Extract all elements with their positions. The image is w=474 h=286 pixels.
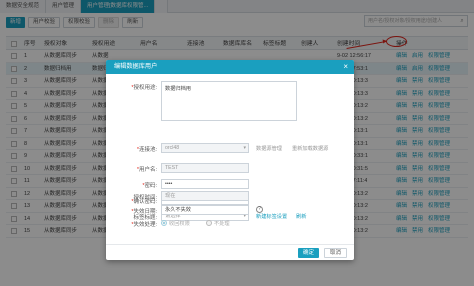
dialog-footer: 确定 取消 [106,244,354,260]
radio-checked-icon [161,220,167,226]
dialog-header: 编辑数据库用户 × [106,60,354,74]
auth-time-input[interactable]: 现在 [161,191,249,201]
dialog-title: 编辑数据库用户 [114,63,158,70]
radio-no-action[interactable]: 不处理 [206,220,230,227]
expire-handle-label: *失效处理: [131,222,157,228]
expire-date-input[interactable]: 永久不失效 [161,205,249,215]
ok-button[interactable]: 确定 [298,248,320,258]
close-icon[interactable]: × [343,60,348,74]
dialog-lower-fields: 授权时间: 现在 *失效日期: 永久不失效 ? *失效处理: 收回权限 不处理 [106,74,354,244]
auth-time-label: 授权时间: [133,195,157,201]
expire-label: *失效日期: [131,209,157,215]
help-icon[interactable]: ? [256,206,263,213]
radio-unchecked-icon [206,220,212,226]
radio-revoke[interactable]: 收回权限 [161,220,190,227]
cancel-button[interactable]: 取消 [324,248,348,258]
